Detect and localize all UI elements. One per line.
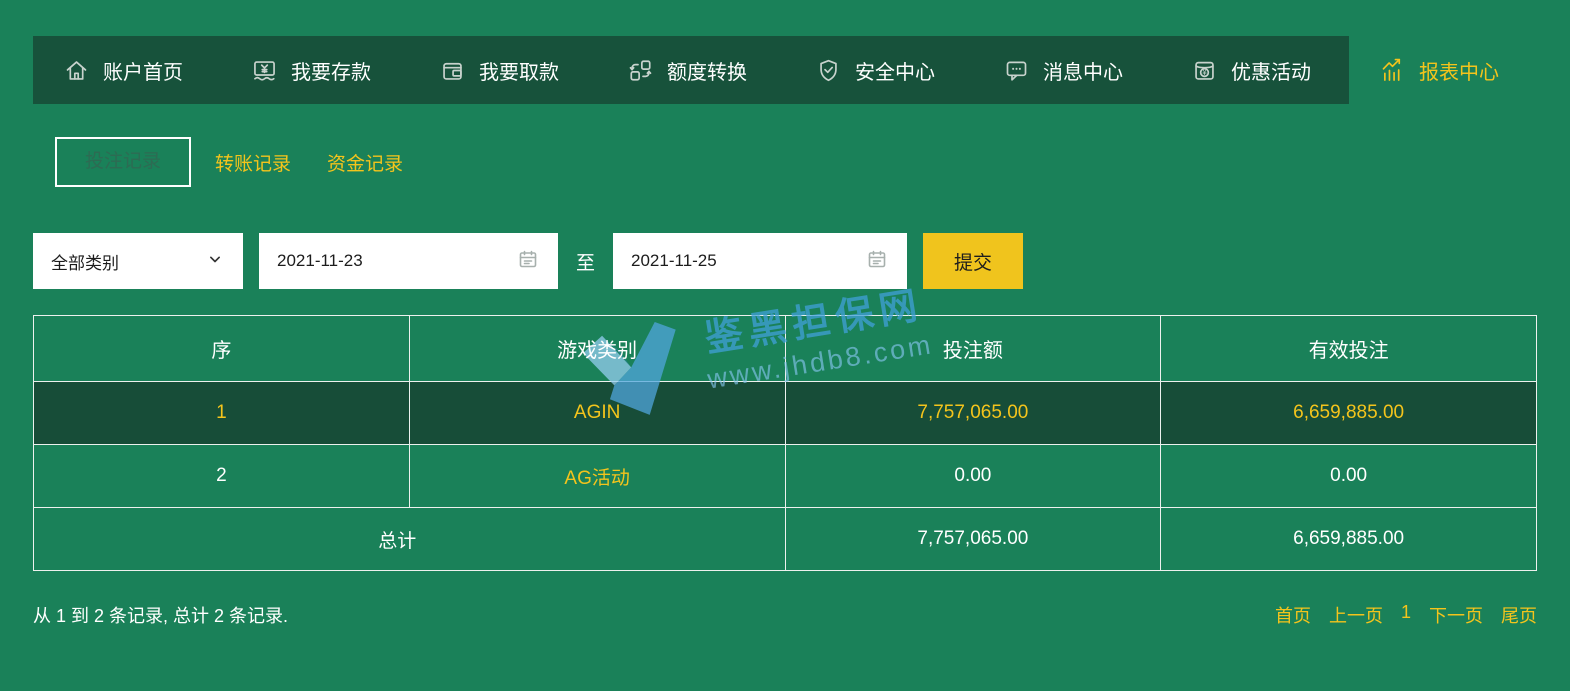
game-category-link[interactable]: AGIN <box>574 402 620 423</box>
game-category-link[interactable]: AG活动 <box>564 468 629 489</box>
promo-icon: ¥ <box>1191 57 1218 84</box>
total-valid-cell: 6,659,885.00 <box>1160 507 1537 571</box>
nav-item-label: 额度转换 <box>667 61 747 84</box>
nav-item-deposit[interactable]: 我要存款 <box>221 36 409 104</box>
nav-item-label: 报表中心 <box>1419 61 1499 84</box>
date-to-value: 2021-11-25 <box>631 251 717 270</box>
page-prev[interactable]: 上一页 <box>1329 602 1383 628</box>
shield-icon <box>815 57 842 84</box>
main-nav: 账户首页 我要存款 我要取款 额度转换 安全中心 消息中心 ¥ 优惠活动 报表中… <box>33 36 1537 104</box>
nav-item-label: 我要取款 <box>479 61 559 84</box>
svg-text:¥: ¥ <box>1202 68 1207 77</box>
record-tabs: 投注记录 转账记录 资金记录 <box>55 137 415 187</box>
tab-bet-records[interactable]: 投注记录 <box>55 137 192 187</box>
date-to-input[interactable]: 2021-11-25 <box>613 233 908 289</box>
table-row: 2 AG活动 0.00 0.00 <box>33 444 1537 508</box>
table-row: 1 AGIN 7,757,065.00 6,659,885.00 <box>33 381 1537 445</box>
nav-item-reports[interactable]: 报表中心 <box>1349 36 1537 104</box>
table-header-cell: 游戏类别 <box>408 315 786 382</box>
records-summary: 从 1 到 2 条记录, 总计 2 条记录. <box>33 606 289 626</box>
nav-item-label: 账户首页 <box>103 61 183 84</box>
page-next[interactable]: 下一页 <box>1429 602 1483 628</box>
game-category-cell: AG活动 <box>408 444 786 508</box>
nav-item-withdraw[interactable]: 我要取款 <box>409 36 597 104</box>
nav-item-messages[interactable]: 消息中心 <box>973 36 1161 104</box>
table-header-row: 序游戏类别 投注额 有效投注 <box>33 315 1537 382</box>
total-row: 总计 7,757,065.00 6,659,885.00 <box>33 507 1537 571</box>
pagination: 首页 上一页 1 下一页 尾页 <box>1275 602 1537 628</box>
nav-item-label: 安全中心 <box>855 61 935 84</box>
total-bet-cell: 7,757,065.00 <box>784 507 1162 571</box>
chart-icon <box>1379 57 1406 84</box>
submit-button[interactable]: 提交 <box>923 233 1024 289</box>
message-icon <box>1003 57 1030 84</box>
nav-item-promotions[interactable]: ¥ 优惠活动 <box>1161 36 1349 104</box>
valid-bet-cell: 6,659,885.00 <box>1160 381 1537 445</box>
date-range-to-label: 至 <box>576 252 596 274</box>
page-first[interactable]: 首页 <box>1275 602 1311 628</box>
row-number-cell: 1 <box>33 381 410 445</box>
bet-records-table: 序游戏类别 投注额 有效投注 1 AGIN 7,757,065.00 6,659,8… <box>33 315 1537 571</box>
page-1[interactable]: 1 <box>1401 602 1411 628</box>
transfer-icon <box>627 57 654 84</box>
calendar-icon[interactable] <box>865 247 889 276</box>
page-last[interactable]: 尾页 <box>1501 602 1537 628</box>
nav-item-account-home[interactable]: 账户首页 <box>33 36 221 104</box>
game-category-cell: AGIN <box>408 381 786 445</box>
valid-bet-cell: 0.00 <box>1160 444 1537 508</box>
table-header-cell: 投注额 <box>784 315 1162 382</box>
nav-item-quota-transfer[interactable]: 额度转换 <box>597 36 785 104</box>
date-from-input[interactable]: 2021-11-23 <box>259 233 558 289</box>
filter-bar: 全部类别 2021-11-23 至 2021-11-25 提交 <box>33 233 1024 289</box>
nav-item-security[interactable]: 安全中心 <box>785 36 973 104</box>
total-label-cell: 总计 <box>33 507 786 571</box>
tab-fund-records[interactable]: 资金记录 <box>315 149 415 176</box>
withdraw-icon <box>439 57 466 84</box>
nav-item-label: 我要存款 <box>291 61 371 84</box>
bet-amount-cell: 7,757,065.00 <box>784 381 1162 445</box>
deposit-icon <box>251 57 278 84</box>
nav-item-label: 消息中心 <box>1043 61 1123 84</box>
chevron-down-icon <box>205 249 225 274</box>
bet-amount-cell: 0.00 <box>784 444 1162 508</box>
row-number-cell: 2 <box>33 444 410 508</box>
calendar-icon[interactable] <box>516 247 540 276</box>
nav-item-label: 优惠活动 <box>1231 61 1311 84</box>
table-header-cell: 序 <box>33 315 410 382</box>
tab-transfer-records[interactable]: 转账记录 <box>203 149 303 176</box>
category-select-value: 全部类别 <box>51 253 119 273</box>
report-center-page: 账户首页 我要存款 我要取款 额度转换 安全中心 消息中心 ¥ 优惠活动 报表中… <box>0 0 1570 691</box>
table-header-cell: 有效投注 <box>1160 315 1537 382</box>
date-from-value: 2021-11-23 <box>277 251 363 270</box>
home-icon <box>63 57 90 84</box>
footer-bar: 从 1 到 2 条记录, 总计 2 条记录. 首页 上一页 1 下一页 尾页 <box>33 602 1537 628</box>
category-select[interactable]: 全部类别 <box>33 233 243 289</box>
